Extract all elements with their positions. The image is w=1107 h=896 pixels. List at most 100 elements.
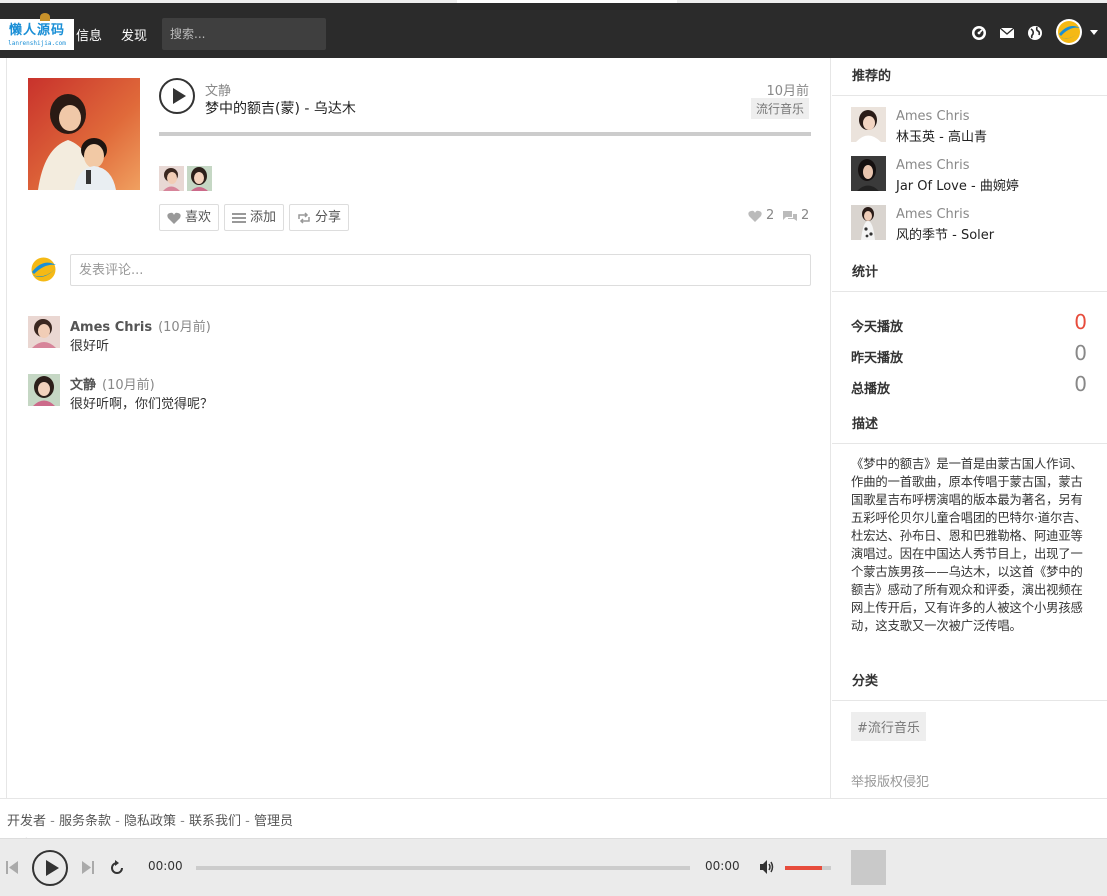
volume-icon[interactable] bbox=[759, 859, 775, 875]
commenter-avatar[interactable] bbox=[28, 374, 60, 406]
like-label: 喜欢 bbox=[185, 210, 212, 225]
footer-link-admin[interactable]: 管理员 bbox=[254, 814, 293, 829]
recommended-track[interactable]: Ames Chris Jar Of Love - 曲婉婷 bbox=[851, 156, 1101, 194]
track-title: 梦中的额吉(蒙) - 乌达木 bbox=[205, 101, 356, 117]
right-sidebar: 推荐的 Ames Chris 林玉英 - 高山青 Ames Chris Jar … bbox=[832, 58, 1107, 798]
track-description: 《梦中的额吉》是一首是由蒙古国人作词、作曲的一首歌曲，原本传唱于蒙古国，蒙古国歌… bbox=[851, 457, 1087, 633]
comments-icon bbox=[783, 210, 797, 221]
stats-heading: 统计 bbox=[832, 254, 1107, 292]
recommended-heading: 推荐的 bbox=[832, 58, 1107, 96]
commenter-name[interactable]: Ames Chris (10月前) bbox=[70, 316, 211, 335]
repeat-icon[interactable] bbox=[109, 860, 125, 876]
track-posted-time: 10月前 bbox=[766, 84, 809, 99]
search-input[interactable] bbox=[162, 18, 326, 50]
footer-separator: - bbox=[175, 814, 189, 829]
like-count-value: 2 bbox=[766, 208, 775, 223]
recommended-artist: Ames Chris bbox=[896, 207, 970, 222]
track-artist[interactable]: 文静 bbox=[205, 80, 231, 99]
recommended-track[interactable]: Ames Chris 林玉英 - 高山青 bbox=[851, 107, 1101, 145]
volume-slider[interactable] bbox=[785, 866, 831, 870]
list-icon bbox=[232, 212, 246, 223]
mail-icon[interactable] bbox=[999, 25, 1015, 41]
stat-value: 0 bbox=[1074, 372, 1087, 396]
share-label: 分享 bbox=[315, 210, 342, 225]
recommended-track-cover bbox=[851, 205, 886, 240]
recommended-artist: Ames Chris bbox=[896, 158, 970, 173]
liker-avatar[interactable] bbox=[159, 166, 184, 191]
description-heading: 描述 bbox=[832, 406, 1107, 444]
footer-link-developers[interactable]: 开发者 bbox=[7, 814, 46, 829]
comment-time: (10月前) bbox=[158, 320, 211, 335]
stat-label: 昨天播放 bbox=[851, 351, 904, 366]
stat-value: 0 bbox=[1074, 310, 1087, 334]
track-main-panel: 文静 梦中的额吉(蒙) - 乌达木 10月前 流行音乐 喜欢 添加 分享 2 2 bbox=[6, 58, 831, 798]
comment-text: 很好听啊，你们觉得呢？ bbox=[70, 397, 214, 412]
like-button[interactable]: 喜欢 bbox=[159, 204, 220, 231]
add-label: 添加 bbox=[250, 210, 277, 225]
recommended-track-cover bbox=[851, 107, 886, 142]
footer: 开发者 - 服务条款 - 隐私政策 - 联系我们 - 管理员 语言: Chine… bbox=[0, 798, 1107, 853]
volume-level-fill bbox=[785, 866, 822, 870]
commenter-name[interactable]: 文静 (10月前) bbox=[70, 374, 155, 393]
user-avatar[interactable] bbox=[1055, 18, 1083, 46]
footer-links: 开发者 - 服务条款 - 隐私政策 - 联系我们 - 管理员 bbox=[7, 810, 293, 829]
comment-count: 2 bbox=[783, 208, 809, 223]
recommended-title: 风的季节 - Soler bbox=[896, 228, 995, 243]
logo-hat-mark bbox=[40, 13, 50, 21]
footer-link-privacy[interactable]: 隐私政策 bbox=[124, 814, 176, 829]
player-current-time: 00:00 bbox=[148, 859, 183, 873]
track-cover-image bbox=[28, 78, 140, 190]
previous-track-icon[interactable] bbox=[6, 861, 18, 874]
player-total-time: 00:00 bbox=[705, 859, 740, 873]
commenter-avatar[interactable] bbox=[28, 316, 60, 348]
footer-separator: - bbox=[240, 814, 254, 829]
comment-count-value: 2 bbox=[801, 208, 810, 223]
recommended-artist: Ames Chris bbox=[896, 109, 970, 124]
stat-label: 总播放 bbox=[851, 382, 891, 397]
comment-text: 很好听 bbox=[70, 339, 110, 354]
logo-subtext: lanrenshijia.com bbox=[8, 40, 66, 47]
globe-icon[interactable] bbox=[1027, 25, 1043, 41]
add-to-playlist-button[interactable]: 添加 bbox=[224, 204, 285, 231]
liker-avatar[interactable] bbox=[187, 166, 212, 191]
footer-separator: - bbox=[111, 814, 124, 829]
nav-discover[interactable]: 发现 bbox=[121, 25, 147, 44]
recommended-track[interactable]: Ames Chris 风的季节 - Soler bbox=[851, 205, 1101, 243]
repost-icon bbox=[298, 211, 310, 224]
top-accent-line bbox=[457, 0, 677, 3]
logo-text: 懒人源码 bbox=[8, 23, 65, 38]
now-playing-thumbnail bbox=[851, 850, 886, 885]
next-track-icon[interactable] bbox=[82, 861, 94, 874]
share-button[interactable]: 分享 bbox=[289, 204, 350, 231]
category-heading: 分类 bbox=[832, 663, 1107, 701]
footer-link-contact[interactable]: 联系我们 bbox=[189, 814, 241, 829]
my-avatar bbox=[28, 254, 59, 285]
stat-value: 0 bbox=[1074, 341, 1087, 365]
comment-input[interactable] bbox=[70, 254, 811, 286]
player-play-button[interactable] bbox=[32, 850, 68, 886]
recommended-track-cover bbox=[851, 156, 886, 191]
recommended-title: 林玉英 - 高山青 bbox=[896, 130, 987, 145]
footer-separator: - bbox=[46, 814, 59, 829]
footer-link-terms[interactable]: 服务条款 bbox=[59, 814, 111, 829]
dashboard-icon[interactable] bbox=[971, 25, 987, 41]
stat-label: 今天播放 bbox=[851, 320, 904, 335]
nav-messages[interactable]: 信息 bbox=[76, 25, 102, 44]
track-genre-tag[interactable]: 流行音乐 bbox=[750, 98, 809, 119]
comment-time: (10月前) bbox=[102, 378, 155, 393]
heart-icon bbox=[748, 210, 762, 222]
like-count: 2 bbox=[748, 208, 774, 223]
audio-player-bar: 00:00 00:00 bbox=[0, 838, 1107, 896]
track-play-button[interactable] bbox=[159, 78, 195, 114]
user-menu-caret-icon[interactable] bbox=[1090, 30, 1098, 35]
site-logo[interactable]: 懒人源码 lanrenshijia.com bbox=[0, 13, 74, 50]
recommended-title: Jar Of Love - 曲婉婷 bbox=[896, 179, 1019, 194]
stat-today-plays: 今天播放 0 bbox=[851, 310, 1087, 335]
stat-yesterday-plays: 昨天播放 0 bbox=[851, 341, 1087, 366]
stat-total-plays: 总播放 0 bbox=[851, 372, 1087, 397]
track-progress-bar[interactable] bbox=[159, 132, 811, 136]
player-seek-bar[interactable] bbox=[196, 866, 690, 870]
category-tag[interactable]: #流行音乐 bbox=[851, 712, 926, 741]
top-navbar: 懒人源码 lanrenshijia.com 信息 发现 bbox=[0, 0, 1107, 58]
report-copyright-link[interactable]: 举报版权侵犯 bbox=[851, 771, 929, 790]
